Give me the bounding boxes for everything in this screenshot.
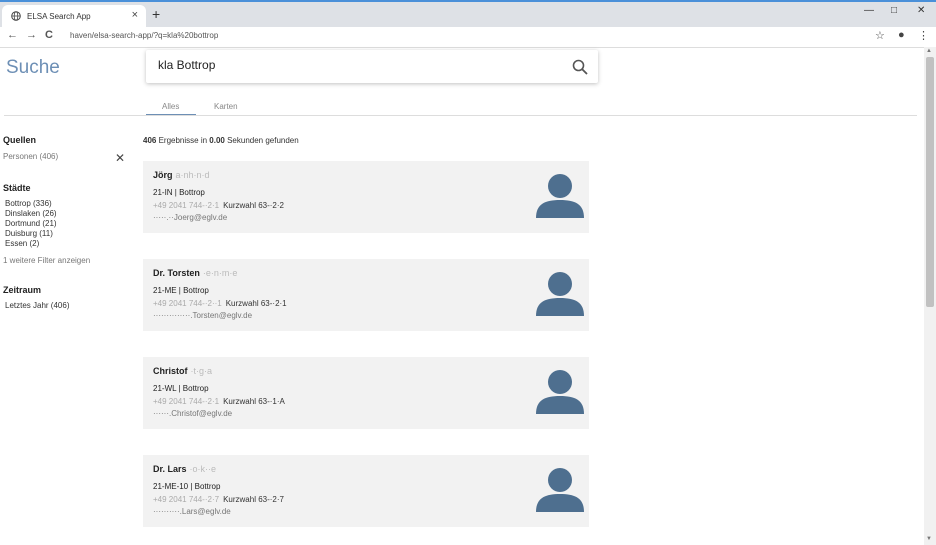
new-tab-button[interactable]: + [152, 6, 160, 22]
browser-menu-icon[interactable]: ⋮ [918, 29, 929, 42]
person-first-name: Dr. Lars [153, 464, 187, 474]
filter-item-city[interactable]: Essen (2) [5, 239, 39, 248]
result-count-mid: Ergebnisse in [156, 136, 210, 145]
scroll-up-icon[interactable]: ▲ [926, 48, 932, 54]
person-phone: +49 2041 744-·2·7 Kurzwahl 63-·2·7 [153, 495, 284, 504]
browser-tab-strip: ELSA Search App × + — □ ✕ [0, 0, 936, 29]
filter-item-zeitraum[interactable]: Letztes Jahr (406) [5, 301, 69, 310]
person-email[interactable]: ··············.Torsten@eglv.de [153, 311, 252, 320]
person-name: Jörg a·nh·n·d [153, 170, 210, 180]
phone-number[interactable]: +49 2041 744-·2··1 [153, 299, 222, 308]
remove-filter-icon[interactable]: ✕ [115, 151, 125, 165]
person-name: Christof ·t·g·a [153, 366, 212, 376]
tab-title: ELSA Search App [27, 12, 91, 21]
phone-number[interactable]: +49 2041 744-·2·1 [153, 201, 219, 210]
filter-heading-quellen: Quellen [3, 135, 37, 145]
person-name: Dr. Torsten ·e·n·m·e [153, 268, 237, 278]
filter-item-city[interactable]: Bottrop (336) [5, 199, 52, 208]
kurzwahl: Kurzwahl 63-·2·7 [223, 495, 284, 504]
search-icon[interactable] [572, 59, 588, 75]
scroll-down-icon[interactable]: ▼ [926, 536, 932, 542]
phone-number[interactable]: +49 2041 744-·2·1 [153, 397, 219, 406]
person-card[interactable]: Christof ·t·g·a 21-WL | Bottrop +49 2041 … [143, 357, 589, 429]
tab-karten[interactable]: Karten [214, 102, 238, 111]
tab-close-icon[interactable]: × [132, 9, 138, 21]
show-more-filters-link[interactable]: 1 weitere Filter anzeigen [3, 256, 90, 265]
person-phone: +49 2041 744-·2·1 Kurzwahl 63-·2·2 [153, 201, 284, 210]
header-divider [4, 115, 917, 116]
minimize-button[interactable]: — [864, 5, 874, 16]
person-first-name: Christof [153, 366, 188, 376]
person-phone: +49 2041 744-·2··1 Kurzwahl 63-·2·1 [153, 299, 287, 308]
address-bar[interactable]: haven/elsa-search-app/?q=kla%20bottrop [70, 31, 218, 40]
person-card[interactable]: Dr. Torsten ·e·n·m·e 21-ME | Bottrop +49 … [143, 259, 589, 331]
kurzwahl: Kurzwahl 63-·1·A [223, 397, 285, 406]
person-phone: +49 2041 744-·2·1 Kurzwahl 63-·1·A [153, 397, 285, 406]
person-email[interactable]: ·····.··Joerg@eglv.de [153, 213, 227, 222]
phone-number[interactable]: +49 2041 744-·2·7 [153, 495, 219, 504]
page-scrollbar[interactable]: ▲ ▼ [924, 47, 936, 545]
person-department: 21-ME | Bottrop [153, 286, 209, 295]
person-first-name: Dr. Torsten [153, 268, 200, 278]
tab-alles[interactable]: Alles [162, 102, 179, 111]
person-email[interactable]: ······.Christof@eglv.de [153, 409, 232, 418]
filter-item-personen[interactable]: Personen (406) [3, 152, 58, 161]
person-last-name: ·o·k··e [189, 464, 217, 474]
result-count-suffix: Sekunden gefunden [224, 136, 299, 145]
result-time: 0.00 [209, 136, 225, 145]
window-close-button[interactable]: ✕ [917, 5, 925, 16]
browser-toolbar: ← → C haven/elsa-search-app/?q=kla%20bot… [0, 27, 936, 48]
search-input[interactable] [158, 58, 558, 72]
avatar-icon [536, 370, 584, 414]
filter-heading-zeitraum: Zeitraum [3, 285, 42, 295]
bookmark-star-icon[interactable]: ☆ [875, 29, 885, 42]
person-department: 21-WL | Bottrop [153, 384, 209, 393]
person-last-name: ·e·n·m·e [202, 268, 238, 278]
page-title: Suche [6, 57, 60, 78]
result-count: 406 Ergebnisse in 0.00 Sekunden gefunden [143, 136, 299, 145]
avatar-icon [536, 468, 584, 512]
person-card[interactable]: Jörg a·nh·n·d 21-IN | Bottrop +49 2041 74… [143, 161, 589, 233]
avatar-icon [536, 174, 584, 218]
person-card[interactable]: Dr. Lars ·o·k··e 21-ME-10 | Bottrop +49 2… [143, 455, 589, 527]
person-department: 21-ME-10 | Bottrop [153, 482, 221, 491]
scrollbar-thumb[interactable] [926, 57, 934, 307]
result-count-number: 406 [143, 136, 157, 145]
avatar-icon [536, 272, 584, 316]
globe-icon [11, 11, 21, 21]
person-last-name: a·nh·n·d [175, 170, 210, 180]
person-email[interactable]: ··········.Lars@eglv.de [153, 507, 231, 516]
search-box [146, 50, 598, 83]
filter-item-city[interactable]: Dinslaken (26) [5, 209, 57, 218]
forward-button[interactable]: → [26, 29, 37, 41]
person-department: 21-IN | Bottrop [153, 188, 205, 197]
filter-item-city[interactable]: Duisburg (11) [5, 229, 53, 238]
back-button[interactable]: ← [7, 29, 18, 41]
maximize-button[interactable]: □ [891, 5, 897, 16]
filter-item-city[interactable]: Dortmund (21) [5, 219, 57, 228]
person-name: Dr. Lars ·o·k··e [153, 464, 216, 474]
browser-tab[interactable]: ELSA Search App × [2, 5, 146, 29]
filter-heading-staedte: Städte [3, 183, 31, 193]
person-last-name: ·t·g·a [190, 366, 213, 376]
person-first-name: Jörg [153, 170, 173, 180]
profile-icon[interactable]: ● [898, 29, 905, 41]
kurzwahl: Kurzwahl 63-·2·1 [225, 299, 287, 308]
kurzwahl: Kurzwahl 63-·2·2 [223, 201, 284, 210]
reload-button[interactable]: C [45, 29, 53, 41]
